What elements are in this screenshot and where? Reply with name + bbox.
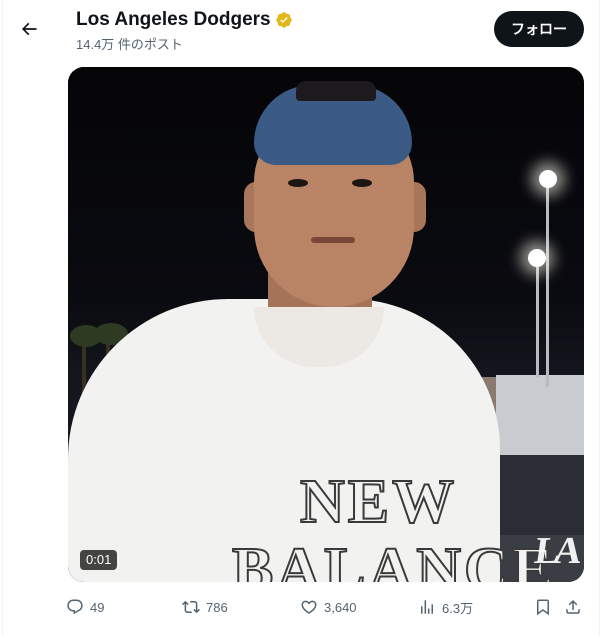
follow-button[interactable]: フォロー	[494, 11, 584, 47]
verified-badge-icon	[275, 12, 292, 28]
person-eye	[288, 179, 308, 187]
light-pole	[546, 187, 549, 387]
post-count: 14.4万 件のポスト	[76, 37, 183, 52]
bookmark-button[interactable]	[534, 592, 552, 622]
shirt-print-line2: BALANCE	[231, 535, 557, 582]
share-button[interactable]	[564, 592, 582, 622]
stadium-light	[528, 249, 546, 267]
profile-header: Los Angeles Dodgers 14.4万 件のポスト フォロー	[0, 0, 600, 60]
light-pole	[536, 267, 539, 377]
back-arrow-icon	[21, 22, 37, 36]
stadium-light	[539, 170, 557, 188]
person-mouth	[311, 237, 355, 243]
la-watermark-logo: LA	[532, 530, 579, 572]
repost-count: 786	[206, 599, 228, 615]
post-actions-bar: 49 786 3,640 6.3万	[66, 592, 590, 622]
account-info: Los Angeles Dodgers 14.4万 件のポスト	[76, 8, 293, 53]
views-icon	[421, 600, 433, 614]
repost-icon	[182, 600, 200, 614]
share-icon	[566, 599, 580, 614]
video-player[interactable]: NEW BALANCE 0:01 LA	[68, 67, 584, 582]
video-timestamp: 0:01	[80, 550, 118, 570]
back-button[interactable]	[12, 12, 46, 46]
repost-button[interactable]: 786	[182, 592, 228, 622]
like-count: 3,640	[324, 599, 357, 615]
like-button[interactable]: 3,640	[300, 592, 357, 622]
bookmark-icon	[537, 599, 549, 616]
views-button[interactable]: 6.3万	[418, 592, 473, 622]
reply-icon	[67, 599, 83, 615]
reply-button[interactable]: 49	[66, 592, 104, 622]
view-count: 6.3万	[442, 600, 474, 616]
trailer	[496, 375, 584, 455]
shirt-print-line1: NEW	[299, 467, 458, 537]
car	[496, 455, 584, 535]
person-eye	[352, 179, 372, 187]
like-icon	[301, 600, 317, 614]
cap-band	[296, 81, 376, 101]
account-name[interactable]: Los Angeles Dodgers	[76, 8, 271, 32]
reply-count: 49	[90, 599, 105, 615]
